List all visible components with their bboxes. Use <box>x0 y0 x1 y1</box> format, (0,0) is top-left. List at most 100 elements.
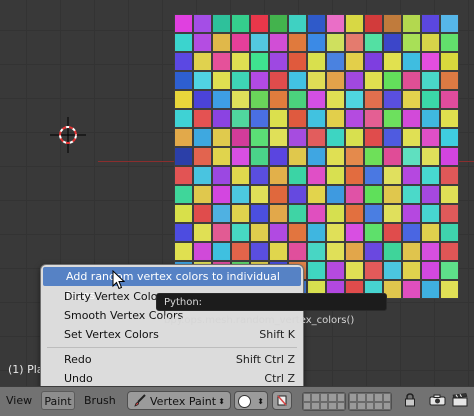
layer-button[interactable] <box>365 401 375 410</box>
mesh-face <box>383 71 402 90</box>
mesh-face <box>364 185 383 204</box>
vertex-colored-plane[interactable] <box>174 14 459 299</box>
3d-cursor-icon <box>50 117 86 153</box>
mesh-face <box>326 33 345 52</box>
layer-button[interactable] <box>357 393 366 402</box>
mesh-face <box>421 261 440 280</box>
mesh-face <box>364 109 383 128</box>
mesh-face <box>288 185 307 204</box>
mesh-face <box>364 223 383 242</box>
mesh-face <box>421 280 440 299</box>
mesh-face <box>440 147 459 166</box>
mesh-face <box>345 185 364 204</box>
mesh-face <box>440 71 459 90</box>
mesh-face <box>269 109 288 128</box>
mesh-face <box>288 128 307 147</box>
mesh-face <box>250 242 269 261</box>
mesh-face <box>174 52 193 71</box>
mesh-face <box>231 71 250 90</box>
mesh-face <box>364 128 383 147</box>
mesh-face <box>383 33 402 52</box>
mesh-face <box>193 52 212 71</box>
mesh-face <box>440 128 459 147</box>
layer-button[interactable] <box>336 401 345 410</box>
python-tooltip: Python: bpy.ops.mesh.random_vertex_color… <box>156 293 387 326</box>
mesh-face <box>250 14 269 33</box>
mesh-face <box>383 204 402 223</box>
mesh-face <box>174 242 193 261</box>
menu-item-add-random-vertex-colors[interactable]: Add random vertex colors to individual f… <box>43 267 301 302</box>
mesh-face <box>212 52 231 71</box>
mesh-face <box>269 185 288 204</box>
mode-select[interactable]: Vertex Paint ⬍ <box>127 391 231 410</box>
mesh-face <box>326 71 345 90</box>
face-mask-toggle[interactable] <box>272 391 292 410</box>
mesh-face <box>326 109 345 128</box>
mesh-face <box>326 261 345 280</box>
layer-button[interactable] <box>382 401 391 410</box>
mesh-face <box>326 242 345 261</box>
mesh-face <box>174 223 193 242</box>
mesh-face <box>326 128 345 147</box>
lock-camera-button[interactable] <box>400 391 422 410</box>
mesh-face <box>231 147 250 166</box>
mesh-face <box>440 166 459 185</box>
mesh-face <box>402 147 421 166</box>
layer-button[interactable] <box>382 393 391 402</box>
layer-button[interactable] <box>365 393 375 402</box>
menu-item-label: Set Vertex Colors <box>64 328 159 341</box>
viewport-shading-select[interactable]: ⬍ <box>234 391 268 410</box>
mode-label: Vertex Paint <box>150 395 217 408</box>
paint-menu-button[interactable]: Paint <box>41 391 75 410</box>
mesh-face <box>307 242 326 261</box>
layer-button[interactable] <box>328 393 337 402</box>
layer-button[interactable] <box>336 393 345 402</box>
layer-button[interactable] <box>357 401 366 410</box>
mesh-face <box>193 166 212 185</box>
layer-buttons-group-b[interactable] <box>348 392 392 411</box>
mesh-face <box>364 33 383 52</box>
mesh-face <box>421 185 440 204</box>
mesh-face <box>326 52 345 71</box>
mesh-face <box>440 185 459 204</box>
layer-button[interactable] <box>311 401 320 410</box>
layer-button[interactable] <box>328 401 337 410</box>
mesh-face <box>421 128 440 147</box>
layer-button[interactable] <box>311 393 320 402</box>
mesh-face <box>174 90 193 109</box>
mesh-face <box>345 242 364 261</box>
mesh-face <box>402 261 421 280</box>
layer-button[interactable] <box>374 401 383 410</box>
mesh-face <box>345 33 364 52</box>
mesh-face <box>421 52 440 71</box>
view-menu-button[interactable]: View <box>4 391 40 410</box>
mesh-face <box>269 204 288 223</box>
mesh-face <box>193 185 212 204</box>
mesh-face <box>402 185 421 204</box>
mesh-face <box>402 33 421 52</box>
layer-button[interactable] <box>319 393 329 402</box>
mesh-face <box>307 33 326 52</box>
mesh-face <box>250 52 269 71</box>
opengl-render-animation-button[interactable] <box>450 391 472 410</box>
layer-button[interactable] <box>374 393 383 402</box>
mesh-face <box>307 52 326 71</box>
opengl-render-button[interactable] <box>428 391 448 410</box>
mesh-face <box>440 14 459 33</box>
mesh-face <box>193 242 212 261</box>
brush-menu-button[interactable]: Brush <box>80 391 120 410</box>
layer-button[interactable] <box>349 393 358 402</box>
mesh-face <box>193 223 212 242</box>
layer-button[interactable] <box>349 401 358 410</box>
mesh-face <box>212 204 231 223</box>
menu-item-redo[interactable]: Redo Shift Ctrl Z <box>41 350 303 369</box>
layer-buttons-group-a[interactable] <box>302 392 346 411</box>
layer-button[interactable] <box>319 401 329 410</box>
sphere-icon <box>238 395 251 408</box>
mesh-face <box>345 71 364 90</box>
mesh-face <box>231 204 250 223</box>
mesh-face <box>326 166 345 185</box>
layer-button[interactable] <box>303 401 312 410</box>
object-overlay-label: (1) Pla <box>8 363 44 376</box>
layer-button[interactable] <box>303 393 312 402</box>
